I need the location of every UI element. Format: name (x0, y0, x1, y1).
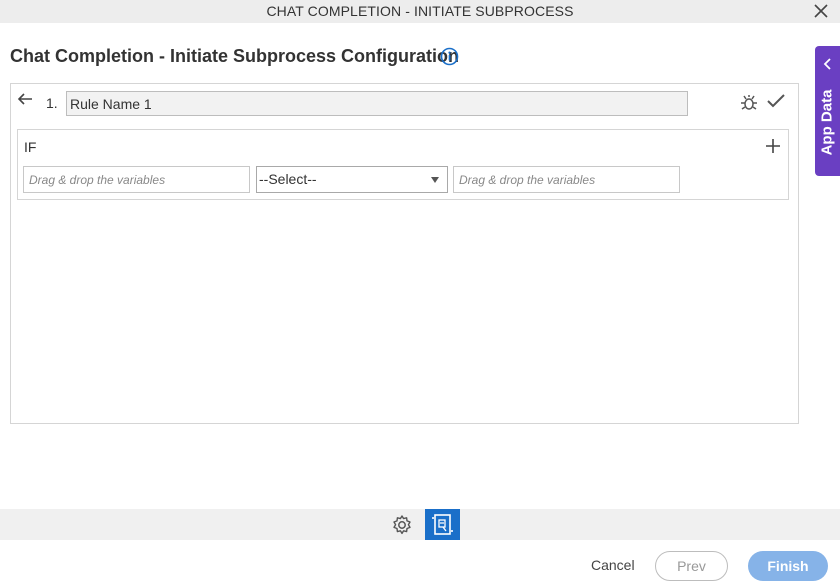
chevron-left-icon (823, 58, 831, 70)
bottom-toolbar (0, 509, 840, 540)
title-bar: CHAT COMPLETION - INITIATE SUBPROCESS (0, 0, 840, 23)
rule-panel: 1. IF Drag & drop the variables --Select… (10, 83, 799, 424)
prev-button[interactable]: Prev (655, 551, 728, 581)
plus-icon[interactable] (765, 138, 781, 154)
condition-block: IF Drag & drop the variables --Select-- … (17, 129, 789, 200)
right-operand-dropzone[interactable]: Drag & drop the variables (453, 166, 680, 193)
arrow-left-icon[interactable] (17, 92, 33, 106)
info-icon[interactable] (440, 47, 459, 66)
cancel-button[interactable]: Cancel (591, 557, 635, 573)
if-label: IF (24, 139, 37, 155)
check-icon[interactable] (766, 92, 786, 110)
document-button[interactable] (425, 509, 460, 540)
close-icon[interactable] (812, 2, 830, 20)
page-title: Chat Completion - Initiate Subprocess Co… (10, 46, 460, 66)
finish-button[interactable]: Finish (748, 551, 828, 581)
operator-select[interactable]: --Select-- (256, 166, 448, 193)
rule-number: 1. (46, 95, 58, 111)
window-title: CHAT COMPLETION - INITIATE SUBPROCESS (266, 3, 574, 19)
gear-icon[interactable] (391, 514, 413, 536)
app-data-label: App Data (818, 89, 836, 156)
bug-icon[interactable] (738, 91, 760, 113)
document-icon (432, 514, 453, 535)
operator-selected-value: --Select-- (259, 171, 317, 187)
app-data-tab[interactable]: App Data (815, 46, 840, 176)
left-operand-dropzone[interactable]: Drag & drop the variables (23, 166, 250, 193)
dropdown-caret-icon (431, 177, 439, 183)
rule-name-input[interactable] (66, 91, 688, 116)
